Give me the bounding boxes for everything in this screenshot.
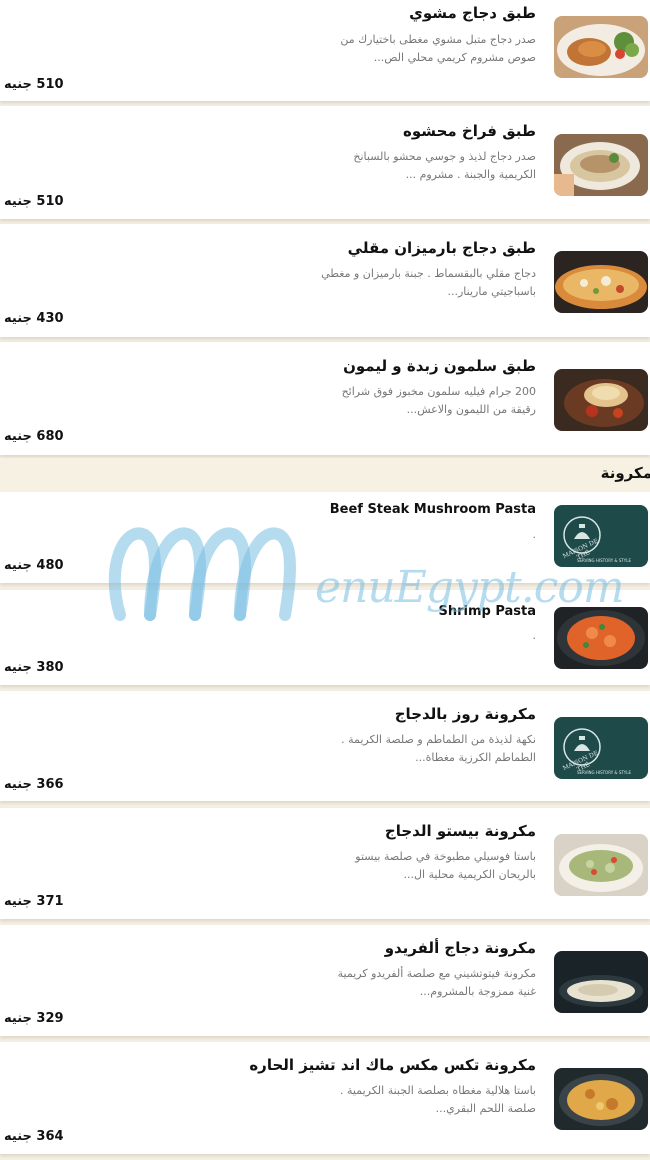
item-title: طبق دجاج مشوي <box>409 4 536 22</box>
item-price: 510 جنيه <box>4 77 64 92</box>
section-header-pasta: مكرونة <box>0 458 650 492</box>
item-description: . <box>532 528 537 541</box>
item-image[interactable] <box>554 134 648 196</box>
item-title: مكرونة دجاج ألفريدو <box>384 939 536 957</box>
menu-item-card[interactable]: مكرونة تكس مكس ماك اند تشيز الحاره باستا… <box>0 1042 650 1154</box>
logo-subtext: SERVING HISTORY & STYLE <box>576 558 632 563</box>
item-description: 200 جرام فيليه سلمون مخبوز فوق شرائح رقي… <box>341 385 536 416</box>
item-price: 380 جنيه <box>4 660 64 675</box>
item-description: مكرونة فيتوتشيني مع صلصة ألفريدو كريمية … <box>337 967 536 998</box>
item-title: مكرونة تكس مكس ماك اند تشيز الحاره <box>249 1056 536 1074</box>
item-price: 680 جنيه <box>4 429 64 444</box>
logo-subtext: SERVING HISTORY & STYLE <box>576 770 632 775</box>
item-description: دجاج مقلي بالبقسماط . جبنة بارميزان و مغ… <box>321 267 536 298</box>
menu-item-card[interactable]: مكرونة بيستو الدجاج باستا فوسيلي مطبوخة … <box>0 808 650 919</box>
item-description: صدر دجاج متبل مشوي مغطى باختيارك من صوص … <box>340 33 536 64</box>
item-image[interactable] <box>554 251 648 313</box>
item-title: طبق سلمون زبدة و ليمون <box>343 357 536 375</box>
menu-item-card[interactable]: طبق دجاج بارميزان مقلي دجاج مقلي بالبقسم… <box>0 224 650 337</box>
item-image[interactable] <box>554 1068 648 1130</box>
item-price: 371 جنيه <box>4 894 64 909</box>
menu-item-card[interactable]: مكرونة دجاج ألفريدو مكرونة فيتوتشيني مع … <box>0 925 650 1036</box>
menu-item-card[interactable]: طبق سلمون زبدة و ليمون 200 جرام فيليه سل… <box>0 342 650 455</box>
item-price: 364 جنيه <box>4 1129 64 1144</box>
item-title: طبق فراخ محشوه <box>403 122 536 140</box>
section-title: مكرونة <box>600 464 650 482</box>
item-title: Shrimp Pasta <box>438 604 536 619</box>
menu-item-card[interactable]: Beef Steak Mushroom Pasta . 480 جنيه MAI… <box>0 492 650 583</box>
item-image[interactable] <box>554 16 648 78</box>
menu-item-card[interactable]: طبق دجاج مشوي صدر دجاج متبل مشوي مغطى با… <box>0 0 650 101</box>
item-image[interactable] <box>554 607 648 669</box>
item-description: باستا هلالية مغطاه بصلصة الجبنة الكريمية… <box>340 1084 536 1115</box>
item-price: 329 جنيه <box>4 1011 64 1026</box>
menu-item-card[interactable]: Shrimp Pasta . 380 جنيه <box>0 590 650 685</box>
item-price: 366 جنيه <box>4 777 64 792</box>
item-title: مكرونة روز بالدجاج <box>394 705 536 723</box>
item-title: طبق دجاج بارميزان مقلي <box>347 239 536 257</box>
menu-item-card[interactable]: مكرونة روز بالدجاج نكهة لذيذة من الطماطم… <box>0 691 650 801</box>
item-price: 510 جنيه <box>4 194 64 209</box>
item-description: باستا فوسيلي مطبوخة في صلصة بيستو بالريح… <box>355 850 536 881</box>
item-image[interactable] <box>554 834 648 896</box>
item-title: Beef Steak Mushroom Pasta <box>329 502 536 517</box>
item-title: مكرونة بيستو الدجاج <box>384 822 536 840</box>
item-image[interactable] <box>554 369 648 431</box>
item-image[interactable] <box>554 951 648 1013</box>
item-description: . <box>532 629 537 642</box>
item-price: 480 جنيه <box>4 558 64 573</box>
item-price: 430 جنيه <box>4 311 64 326</box>
item-description: نكهة لذيذة من الطماطم و صلصة الكريمة . ا… <box>341 733 536 764</box>
menu-item-card[interactable]: طبق فراخ محشوه صدر دجاج لذيذ و جوسي محشو… <box>0 106 650 219</box>
item-image[interactable]: MAISON DE THÉ SERVING HISTORY & STYLE <box>554 505 648 567</box>
item-image[interactable]: MAISON DE THÉ SERVING HISTORY & STYLE <box>554 717 648 779</box>
item-description: صدر دجاج لذيذ و جوسي محشو بالسبانخ الكري… <box>353 150 536 181</box>
